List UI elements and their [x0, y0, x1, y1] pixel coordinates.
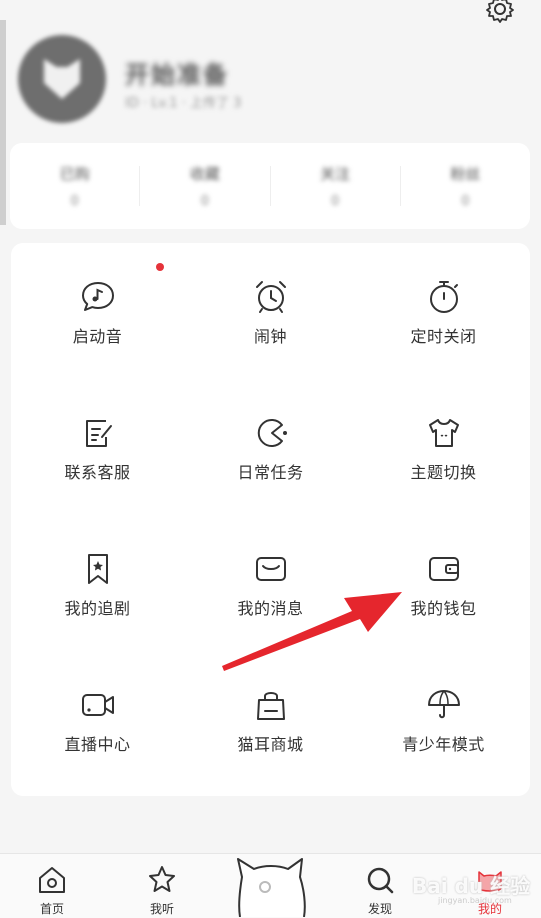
- shopping-bag-icon: [256, 692, 285, 720]
- stat-favorites[interactable]: 收藏 0: [140, 163, 269, 209]
- stat-purchased[interactable]: 已购 0: [10, 163, 139, 209]
- grid-item-label: 猫耳商城: [237, 735, 304, 754]
- nav-label: 发现: [367, 902, 392, 916]
- grid-item-label: 我的消息: [237, 599, 304, 618]
- grid-item-maoer-mall[interactable]: 猫耳商城: [184, 671, 357, 807]
- stat-value: 0: [200, 194, 210, 209]
- alarm-clock-icon: [255, 281, 286, 313]
- grid-item-label: 主题切换: [410, 463, 477, 482]
- timer-icon: [429, 281, 458, 313]
- search-icon: [367, 867, 394, 894]
- stat-title: 已购: [59, 165, 90, 183]
- grid-item-label: 启动音: [72, 327, 123, 346]
- stat-title: 关注: [320, 165, 351, 183]
- grid-item-timer-off[interactable]: 定时关闭: [357, 263, 530, 399]
- profile-subtitle: ID · Lv.1 · 上传了 3: [125, 96, 242, 111]
- bookmark-icon: [87, 554, 108, 584]
- grid-item-label: 青少年模式: [402, 735, 485, 754]
- settings-gear-icon[interactable]: [485, 0, 515, 24]
- stat-fans[interactable]: 粉丝 0: [401, 163, 530, 209]
- grid-item-label: 日常任务: [237, 463, 304, 482]
- grid-item-my-messages[interactable]: 我的消息: [184, 535, 357, 671]
- wallet-icon: [428, 557, 459, 581]
- grid-item-startup-sound[interactable]: 启动音: [11, 263, 184, 399]
- watermark-brand: Bai du 经验: [412, 874, 531, 898]
- pacman-icon: [257, 419, 287, 447]
- nav-label: 首页: [39, 902, 64, 916]
- nav-label: 我听: [149, 902, 174, 916]
- grid-item-teen-mode[interactable]: 青少年模式: [357, 671, 530, 807]
- grid-item-label: 定时关闭: [410, 327, 477, 346]
- video-camera-icon: [81, 694, 114, 716]
- grid-item-label: 闹钟: [253, 327, 287, 346]
- umbrella-icon: [427, 690, 460, 719]
- stats-bar: 已购 0 收藏 0 关注 0 粉丝 0: [10, 143, 530, 229]
- grid-item-alarm[interactable]: 闹钟: [184, 263, 357, 399]
- grid-item-label: 我的钱包: [410, 599, 477, 618]
- stat-title: 收藏: [189, 165, 220, 183]
- grid-item-customer-service[interactable]: 联系客服: [11, 399, 184, 535]
- edit-note-icon: [85, 420, 112, 447]
- stat-title: 粉丝: [450, 165, 481, 183]
- nickname[interactable]: 开始准备: [125, 55, 229, 90]
- grid-item-daily-tasks[interactable]: 日常任务: [184, 399, 357, 535]
- cat-mascot-icon[interactable]: [232, 855, 310, 917]
- grid-item-label: 我的追剧: [64, 599, 131, 618]
- grid-item-label: 直播中心: [64, 735, 131, 754]
- grid-item-my-wallet[interactable]: 我的钱包: [357, 535, 530, 671]
- feature-grid-card: 启动音 闹钟 定时关闭 联系客服 日常任务 主题切换 我的追剧 我的消息 我的钱…: [11, 243, 530, 796]
- stat-value: 0: [330, 194, 340, 209]
- edge-divider: [0, 20, 6, 225]
- avatar[interactable]: [18, 35, 106, 123]
- grid-item-label: 联系客服: [64, 463, 131, 482]
- watermark-url: jingyan.baidu.com: [438, 896, 512, 905]
- stat-following[interactable]: 关注 0: [271, 163, 400, 209]
- star-icon: [149, 866, 175, 892]
- tshirt-icon: [428, 419, 459, 447]
- grid-item-live-center[interactable]: 直播中心: [11, 671, 184, 807]
- envelope-icon: [255, 557, 286, 581]
- music-bubble-icon: [81, 282, 114, 311]
- nav-listen[interactable]: 我听: [122, 854, 202, 917]
- nav-discover[interactable]: 发现: [340, 854, 420, 917]
- stat-value: 0: [70, 194, 79, 209]
- grid-item-theme-switch[interactable]: 主题切换: [357, 399, 530, 535]
- grid-item-my-dramas[interactable]: 我的追剧: [11, 535, 184, 671]
- home-icon: [39, 867, 65, 893]
- nav-home[interactable]: 首页: [12, 854, 92, 917]
- stat-value: 0: [461, 194, 470, 209]
